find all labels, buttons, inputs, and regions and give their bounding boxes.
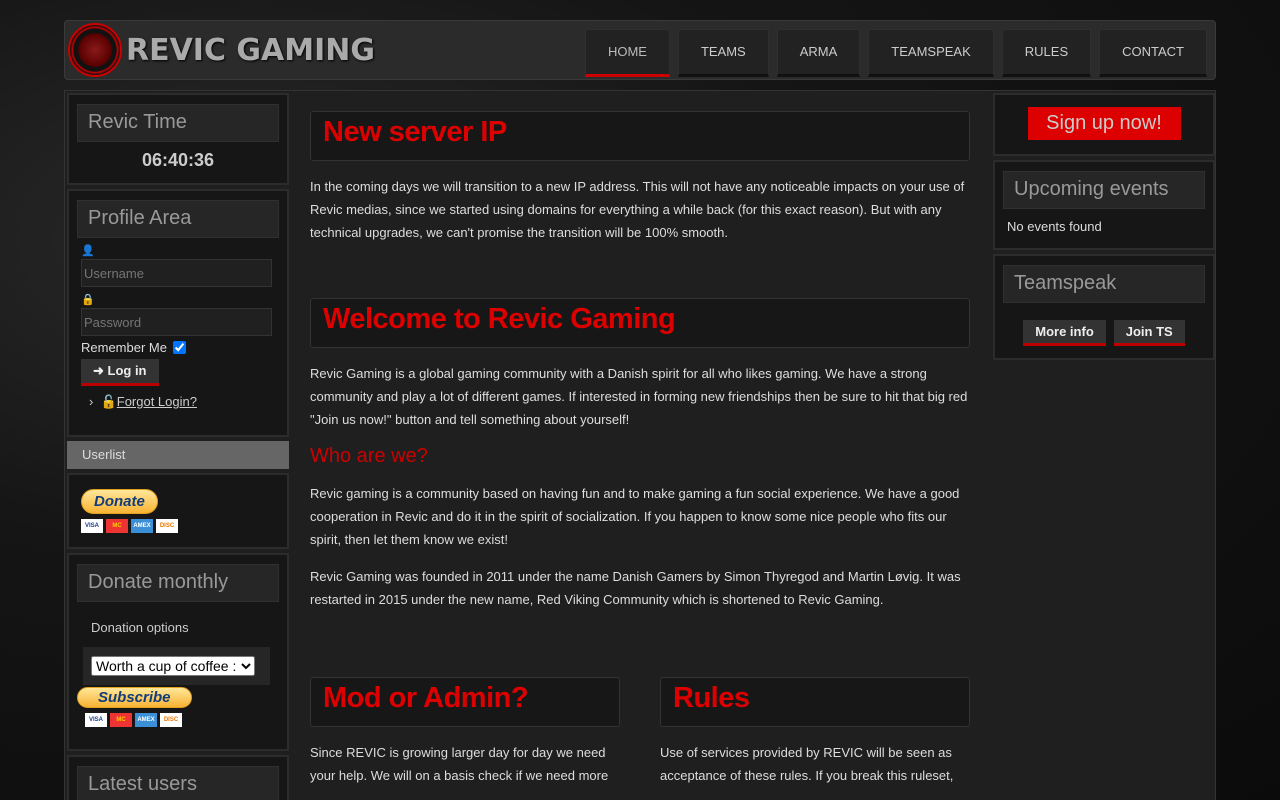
profile-module: Profile Area 👤 🔒 Remember Me ➜ Log in › … bbox=[67, 189, 289, 437]
chevron-right-icon: › bbox=[89, 394, 101, 409]
latest-users-module: Latest users bbox=[67, 755, 289, 800]
article-text: Since REVIC is growing larger day for da… bbox=[310, 745, 609, 783]
donation-options-label: Donation options bbox=[91, 620, 189, 635]
remember-checkbox[interactable] bbox=[172, 341, 186, 354]
visa-icon: VISA bbox=[85, 713, 107, 727]
amex-icon: AMEX bbox=[131, 519, 153, 533]
sign-in-icon: ➜ bbox=[93, 363, 108, 378]
donate-button[interactable]: Donate bbox=[81, 489, 158, 514]
lock-icon: 🔒 bbox=[81, 294, 95, 306]
unlock-icon: 🔓 bbox=[100, 394, 117, 409]
subscribe-button[interactable]: Subscribe bbox=[77, 687, 192, 708]
left-sidebar: Revic Time 06:40:36 Profile Area 👤 🔒 Rem… bbox=[67, 93, 289, 800]
article-title: Rules bbox=[660, 677, 970, 727]
article-title: Mod or Admin? bbox=[310, 677, 620, 727]
forgot-login-link[interactable]: Forgot Login? bbox=[117, 394, 197, 409]
more-info-button[interactable]: More info bbox=[1023, 320, 1106, 346]
teamspeak-module: Teamspeak More info Join TS bbox=[993, 254, 1215, 360]
donate-module: Donate VISA MC AMEX DISC bbox=[67, 473, 289, 549]
emblem-icon bbox=[68, 23, 122, 77]
article-title: Welcome to Revic Gaming bbox=[310, 298, 970, 348]
card-logos: VISA MC AMEX DISC bbox=[85, 713, 279, 727]
main-content: New server IP In the coming days we will… bbox=[310, 111, 970, 800]
donate-monthly-module: Donate monthly Donation options Worth a … bbox=[67, 553, 289, 751]
join-ts-button[interactable]: Join TS bbox=[1113, 320, 1185, 346]
remember-label: Remember Me bbox=[81, 340, 167, 355]
mastercard-icon: MC bbox=[110, 713, 132, 727]
header: REVIC GAMING HOME TEAMS ARMA TEAMSPEAK R… bbox=[64, 20, 1216, 80]
article-subtitle: Who are we? bbox=[310, 445, 428, 467]
revic-time-module: Revic Time 06:40:36 bbox=[67, 93, 289, 185]
article-text: Revic Gaming was founded in 2011 under t… bbox=[310, 569, 961, 607]
article-text: Use of services provided by REVIC will b… bbox=[660, 745, 954, 783]
events-module: Upcoming events No events found bbox=[993, 160, 1215, 250]
article-text: Revic gaming is a community based on hav… bbox=[310, 486, 960, 547]
nav-arma[interactable]: ARMA bbox=[776, 29, 861, 77]
nav-home[interactable]: HOME bbox=[584, 29, 670, 77]
amex-icon: AMEX bbox=[135, 713, 157, 727]
module-title: Revic Time bbox=[77, 104, 279, 142]
mod-admin-article: Mod or Admin? Since REVIC is growing lar… bbox=[310, 677, 620, 800]
userlist-link[interactable]: Userlist bbox=[67, 441, 289, 469]
module-title: Profile Area bbox=[77, 200, 279, 238]
article-text: In the coming days we will transition to… bbox=[310, 179, 965, 240]
signup-module: Sign up now! bbox=[993, 93, 1215, 156]
module-title: Latest users bbox=[77, 766, 279, 800]
card-logos: VISA MC AMEX DISC bbox=[81, 519, 275, 533]
module-title: Teamspeak bbox=[1003, 265, 1205, 303]
site-logo[interactable]: REVIC GAMING bbox=[68, 23, 375, 77]
module-title: Upcoming events bbox=[1003, 171, 1205, 209]
login-label: Log in bbox=[107, 363, 147, 378]
clock: 06:40:36 bbox=[141, 150, 215, 170]
nav-rules[interactable]: RULES bbox=[1001, 29, 1092, 77]
main-nav: HOME TEAMS ARMA TEAMSPEAK RULES CONTACT bbox=[584, 29, 1207, 77]
module-title: Donate monthly bbox=[77, 564, 279, 602]
discover-icon: DISC bbox=[160, 713, 182, 727]
rules-article: Rules Use of services provided by REVIC … bbox=[660, 677, 970, 800]
content-wrapper: Revic Time 06:40:36 Profile Area 👤 🔒 Rem… bbox=[64, 90, 1216, 800]
article-text: Revic Gaming is a global gaming communit… bbox=[310, 366, 968, 427]
right-sidebar: Sign up now! Upcoming events No events f… bbox=[993, 93, 1215, 364]
visa-icon: VISA bbox=[81, 519, 103, 533]
article-title: New server IP bbox=[310, 111, 970, 161]
donation-select[interactable]: Worth a cup of coffee : €2 bbox=[91, 656, 255, 676]
nav-teams[interactable]: TEAMS bbox=[677, 29, 769, 77]
signup-button[interactable]: Sign up now! bbox=[1027, 107, 1181, 140]
login-button[interactable]: ➜ Log in bbox=[81, 359, 159, 386]
discover-icon: DISC bbox=[156, 519, 178, 533]
events-empty: No events found bbox=[1007, 219, 1102, 234]
nav-teamspeak[interactable]: TEAMSPEAK bbox=[868, 29, 994, 77]
username-input[interactable] bbox=[81, 259, 272, 287]
nav-contact[interactable]: CONTACT bbox=[1099, 29, 1207, 77]
password-input[interactable] bbox=[81, 308, 272, 336]
user-icon: 👤 bbox=[81, 245, 95, 257]
mastercard-icon: MC bbox=[106, 519, 128, 533]
site-name: REVIC GAMING bbox=[126, 32, 376, 68]
